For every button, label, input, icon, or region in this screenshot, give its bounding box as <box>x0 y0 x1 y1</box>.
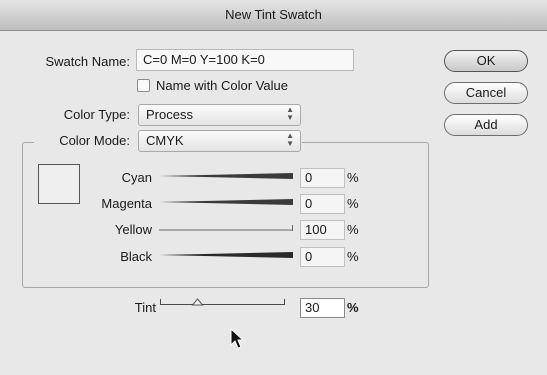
magenta-slider[interactable] <box>159 198 293 206</box>
name-with-color-value-label: Name with Color Value <box>156 78 288 93</box>
tint-slider-thumb[interactable] <box>191 298 204 306</box>
swatch-name-label: Swatch Name: <box>45 54 130 69</box>
updown-arrows-icon: ▲ ▼ <box>286 105 294 122</box>
yellow-unit: % <box>347 222 359 237</box>
cyan-value-input[interactable]: 0 <box>300 168 345 188</box>
tint-label: Tint <box>134 300 156 315</box>
black-unit: % <box>347 249 359 264</box>
color-type-value: Process <box>146 107 193 122</box>
window-title: New Tint Swatch <box>0 0 547 31</box>
yellow-label: Yellow <box>114 222 152 237</box>
mouse-pointer-icon <box>230 328 245 349</box>
color-mode-value: CMYK <box>146 133 184 148</box>
tint-slider[interactable] <box>160 296 290 310</box>
yellow-value-input[interactable]: 100 <box>300 220 345 240</box>
color-mode-select[interactable]: CMYK ▲ ▼ <box>138 130 301 152</box>
color-mode-label: Color Mode: <box>59 133 130 148</box>
tint-unit: % <box>347 300 359 315</box>
color-type-label: Color Type: <box>63 107 130 122</box>
magenta-unit: % <box>347 196 359 211</box>
black-label: Black <box>120 249 152 264</box>
ok-button[interactable]: OK <box>444 50 528 72</box>
magenta-value-input[interactable]: 0 <box>300 194 345 214</box>
updown-arrows-icon: ▲ ▼ <box>286 131 294 148</box>
black-slider[interactable] <box>159 251 293 259</box>
swatch-name-input[interactable]: C=0 M=0 Y=100 K=0 <box>136 49 354 71</box>
magenta-label: Magenta <box>101 196 152 211</box>
cyan-label: Cyan <box>121 170 152 185</box>
cancel-button[interactable]: Cancel <box>444 82 528 104</box>
cyan-slider[interactable] <box>159 172 293 180</box>
color-type-select[interactable]: Process ▲ ▼ <box>138 104 301 126</box>
tint-value-input[interactable]: 30 <box>300 298 345 318</box>
cyan-unit: % <box>347 170 359 185</box>
yellow-slider[interactable] <box>159 224 293 232</box>
name-with-color-value-checkbox[interactable] <box>137 79 150 92</box>
add-button[interactable]: Add <box>444 114 528 136</box>
color-mode-group <box>22 142 429 288</box>
black-value-input[interactable]: 0 <box>300 247 345 267</box>
